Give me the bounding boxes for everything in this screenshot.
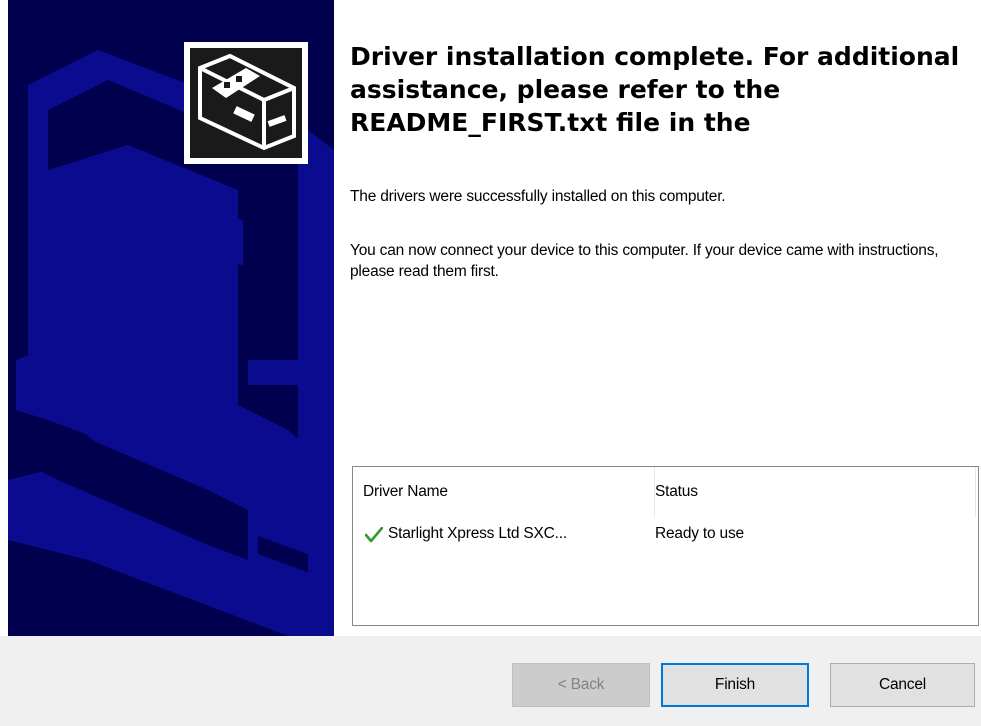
cancel-button[interactable]: Cancel — [830, 663, 975, 707]
instructions-message: You can now connect your device to this … — [350, 242, 939, 280]
driver-list-table[interactable]: Driver Name Status Starlight Xpress Ltd … — [352, 466, 979, 626]
page-title: Driver installation complete. For additi… — [350, 42, 960, 137]
back-button[interactable]: < Back — [512, 663, 650, 707]
check-icon — [365, 527, 383, 543]
driver-status-cell: Ready to use — [655, 525, 744, 542]
driver-name-cell: Starlight Xpress Ltd SXC... — [388, 525, 567, 542]
hardware-wizard-logo — [184, 42, 308, 164]
finish-button[interactable]: Finish — [661, 663, 809, 707]
pci-card-icon — [190, 48, 302, 158]
column-header-status[interactable]: Status — [655, 483, 698, 501]
table-header: Driver Name Status — [353, 467, 978, 521]
wizard-side-banner — [8, 0, 334, 636]
driver-install-wizard: Driver installation complete. For additi… — [0, 0, 981, 726]
success-message: The drivers were successfully installed … — [350, 188, 726, 205]
wizard-button-bar: < Back Finish Cancel — [0, 636, 981, 726]
table-row[interactable]: Starlight Xpress Ltd SXC... Ready to use — [353, 523, 978, 549]
column-header-driver-name[interactable]: Driver Name — [363, 483, 448, 501]
column-divider[interactable] — [975, 467, 976, 517]
